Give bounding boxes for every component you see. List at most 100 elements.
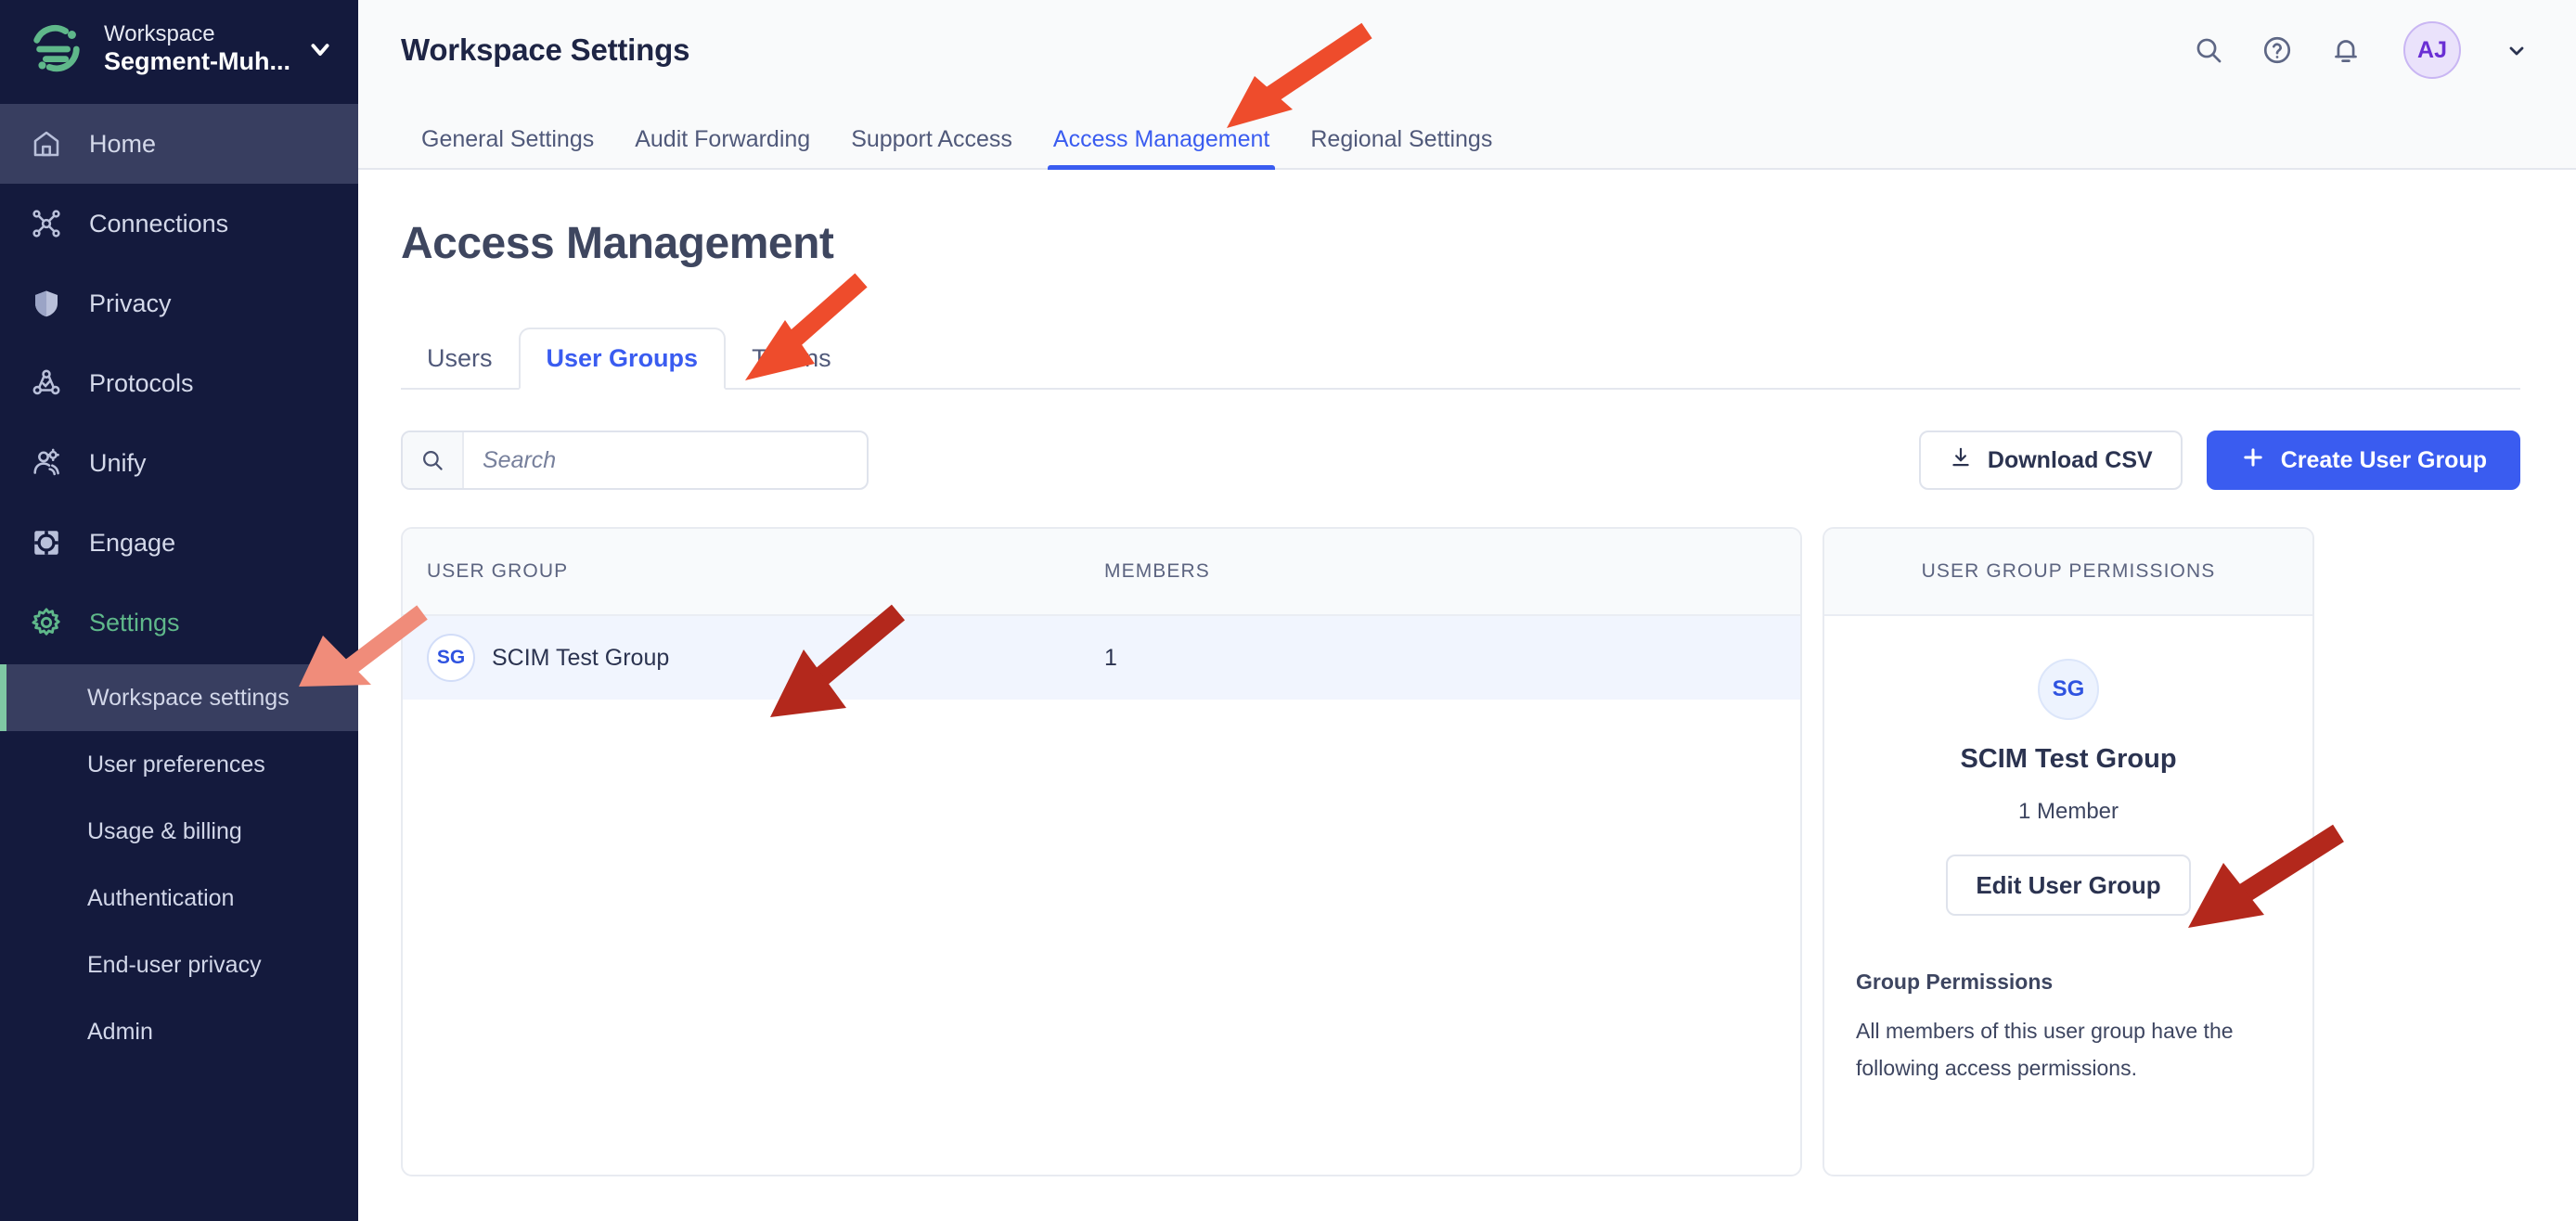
topbar: Workspace Settings AJ: [358, 0, 2576, 100]
sidebar: Workspace Segment-Muh... Home Connection…: [0, 0, 358, 1221]
sidebar-item-end-user-privacy[interactable]: End-user privacy: [0, 932, 358, 998]
subnav-label: Usage & billing: [87, 817, 242, 844]
sidebar-item-connections[interactable]: Connections: [0, 184, 358, 263]
avatar[interactable]: AJ: [2403, 21, 2461, 79]
download-csv-label: Download CSV: [1987, 446, 2153, 473]
search-box[interactable]: [401, 431, 869, 490]
sidebar-item-label: Protocols: [89, 368, 194, 397]
sidebar-item-label: Connections: [89, 209, 229, 238]
protocols-icon: [28, 365, 65, 402]
workspace-switcher[interactable]: Workspace Segment-Muh...: [0, 0, 358, 100]
tab-label: Regional Settings: [1310, 126, 1493, 152]
group-avatar: SG: [427, 634, 475, 682]
workspace-name: Segment-Muh...: [104, 47, 290, 76]
workspace-kicker: Workspace: [104, 20, 215, 46]
sidebar-item-user-preferences[interactable]: User preferences: [0, 731, 358, 798]
search-icon[interactable]: [2192, 33, 2225, 67]
subnav-label: Workspace settings: [87, 684, 290, 711]
tab-audit-forwarding[interactable]: Audit Forwarding: [614, 126, 831, 168]
plus-icon: [2240, 444, 2266, 477]
sidebar-item-settings[interactable]: Settings: [0, 583, 358, 662]
subnav-label: End-user privacy: [87, 951, 262, 978]
topbar-actions: AJ: [2192, 21, 2528, 79]
segment-logo-icon: [28, 20, 85, 78]
subtab-label: User Groups: [546, 344, 699, 372]
search-input[interactable]: [464, 432, 867, 488]
subnav-label: Authentication: [87, 884, 235, 911]
table-header-row: USER GROUP MEMBERS: [403, 529, 1800, 616]
sidebar-item-admin[interactable]: Admin: [0, 998, 358, 1065]
app-root: Workspace Segment-Muh... Home Connection…: [0, 0, 2576, 1221]
sidebar-item-protocols[interactable]: Protocols: [0, 343, 358, 423]
subtab-label: Tokens: [752, 344, 831, 372]
panel-header: USER GROUP PERMISSIONS: [1824, 529, 2312, 616]
sidebar-item-engage[interactable]: Engage: [0, 503, 358, 583]
sidebar-item-label: Settings: [89, 608, 180, 636]
search-icon: [403, 432, 464, 488]
sidebar-item-usage-billing[interactable]: Usage & billing: [0, 798, 358, 865]
column-header-members: MEMBERS: [1104, 560, 1210, 582]
group-permissions-title: Group Permissions: [1856, 970, 2054, 994]
cell-user-group: SG SCIM Test Group: [427, 634, 1104, 682]
subtab-user-groups[interactable]: User Groups: [518, 328, 727, 390]
sidebar-item-label: Unify: [89, 448, 147, 477]
subtab-tokens[interactable]: Tokens: [726, 344, 857, 388]
tab-label: Access Management: [1052, 126, 1270, 152]
subtab-users[interactable]: Users: [401, 344, 519, 388]
download-csv-button[interactable]: Download CSV: [1918, 431, 2183, 490]
sidebar-item-workspace-settings[interactable]: Workspace settings: [0, 664, 358, 731]
section-heading: Access Management: [401, 219, 834, 268]
content-area: Access Management Users User Groups Toke…: [358, 170, 2576, 1176]
gear-icon: [28, 604, 65, 641]
shield-icon: [28, 285, 65, 322]
group-permissions-section: Group Permissions All members of this us…: [1824, 916, 2312, 1086]
table-row[interactable]: SG SCIM Test Group 1: [403, 616, 1800, 700]
column-header-user-group: USER GROUP: [427, 560, 569, 582]
primary-nav: Home Connections Privacy Protocols Unify…: [0, 100, 358, 662]
create-user-group-label: Create User Group: [2280, 446, 2487, 473]
user-group-permissions-panel: USER GROUP PERMISSIONS SG SCIM Test Grou…: [1823, 527, 2314, 1176]
tab-label: Audit Forwarding: [635, 126, 811, 152]
edit-user-group-button[interactable]: Edit User Group: [1946, 855, 2191, 916]
connections-icon: [28, 205, 65, 242]
subnav-label: Admin: [87, 1018, 153, 1045]
panel-member-count: 1 Member: [2017, 799, 2119, 824]
subtab-label: Users: [427, 344, 493, 372]
cell-members: 1: [1104, 644, 1117, 671]
chevron-down-icon[interactable]: [306, 35, 334, 63]
subnav-label: User preferences: [87, 751, 265, 778]
panes: USER GROUP MEMBERS SG SCIM Test Group 1 …: [401, 527, 2520, 1176]
settings-subnav: Workspace settings User preferences Usag…: [0, 662, 358, 1065]
sidebar-item-label: Privacy: [89, 289, 172, 317]
group-name: SCIM Test Group: [492, 644, 670, 671]
sidebar-item-unify[interactable]: Unify: [0, 423, 358, 503]
notification-bell-icon[interactable]: [2329, 33, 2363, 67]
access-management-subtabs: Users User Groups Tokens: [401, 323, 2520, 390]
panel-group-name: SCIM Test Group: [1960, 744, 2177, 774]
workspace-settings-tabs: General Settings Audit Forwarding Suppor…: [358, 100, 2576, 170]
tab-label: General Settings: [421, 126, 595, 152]
tab-access-management[interactable]: Access Management: [1033, 126, 1290, 170]
panel-body: SG SCIM Test Group 1 Member Edit User Gr…: [1824, 616, 2312, 916]
chevron-down-icon[interactable]: [2505, 39, 2528, 61]
tab-label: Support Access: [851, 126, 1012, 152]
sidebar-item-label: Home: [89, 129, 157, 158]
sidebar-item-home[interactable]: Home: [0, 104, 358, 184]
help-icon[interactable]: [2260, 33, 2294, 67]
group-avatar: SG: [2038, 659, 2099, 720]
main-content: Workspace Settings AJ General Settings A…: [358, 0, 2576, 1221]
tab-general-settings[interactable]: General Settings: [401, 126, 614, 168]
create-user-group-button[interactable]: Create User Group: [2206, 431, 2520, 490]
tab-regional-settings[interactable]: Regional Settings: [1290, 126, 1513, 168]
download-icon: [1949, 445, 1973, 476]
sidebar-item-authentication[interactable]: Authentication: [0, 865, 358, 932]
home-icon: [28, 125, 65, 162]
sidebar-item-label: Engage: [89, 528, 176, 557]
group-permissions-description: All members of this user group have the …: [1856, 1019, 2234, 1080]
sidebar-item-privacy[interactable]: Privacy: [0, 263, 358, 343]
user-groups-table: USER GROUP MEMBERS SG SCIM Test Group 1: [401, 527, 1802, 1176]
engage-icon: [28, 524, 65, 561]
tab-support-access[interactable]: Support Access: [831, 126, 1033, 168]
unify-icon: [28, 444, 65, 482]
toolbar: Download CSV Create User Group: [401, 431, 2520, 490]
